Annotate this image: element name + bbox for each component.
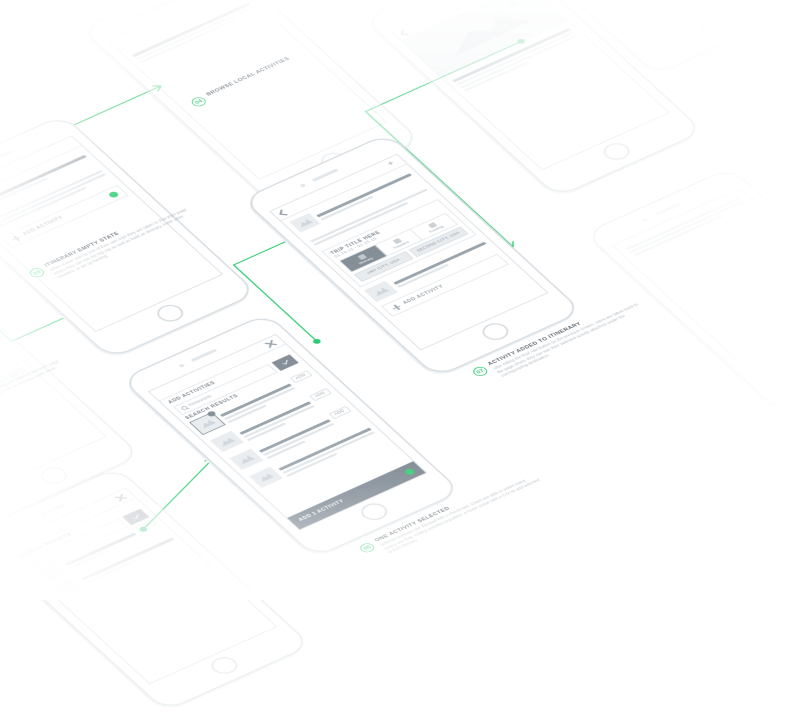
home-button[interactable] (477, 320, 513, 343)
result-row[interactable] (249, 424, 383, 492)
wireframe-flow-canvas: TRIP TITLE HERE 01.19.15 - 01.25.15 Itin… (0, 0, 800, 713)
add-pill[interactable]: ADD (289, 370, 312, 383)
thumb-image (289, 213, 320, 232)
search-submit-button[interactable] (272, 354, 299, 371)
flow-node-dot (107, 190, 120, 198)
results-heading: SEARCH RESULTS (185, 365, 305, 421)
home-button[interactable] (152, 302, 188, 325)
result-thumb-selected (190, 413, 224, 434)
result-row[interactable]: ADD (210, 388, 344, 456)
home-button[interactable] (36, 464, 72, 487)
result-row[interactable]: ADD (229, 406, 363, 474)
close-icon[interactable] (262, 338, 279, 349)
search-icon (180, 405, 188, 410)
screen-title: ADD ACTIVITIES (168, 349, 288, 405)
result-thumb (229, 449, 263, 470)
add-pill[interactable]: ADD (328, 406, 351, 419)
search-input[interactable]: Restaurants (173, 364, 277, 415)
footer-add-selected-button[interactable]: ADD 1 ACTIVITY (287, 461, 426, 529)
plus-icon (10, 234, 23, 242)
flow-node-dot (403, 468, 416, 476)
home-button[interactable] (356, 500, 392, 523)
result-thumb (364, 281, 398, 302)
result-thumb (249, 467, 283, 488)
search-icon (31, 560, 39, 565)
check-icon (282, 360, 287, 365)
result-row[interactable]: ADD (190, 370, 324, 438)
back-icon[interactable] (279, 209, 288, 215)
result-thumb (210, 431, 244, 452)
add-pill[interactable]: ADD (309, 388, 332, 401)
back-icon[interactable] (400, 29, 409, 35)
home-button[interactable] (206, 654, 242, 677)
